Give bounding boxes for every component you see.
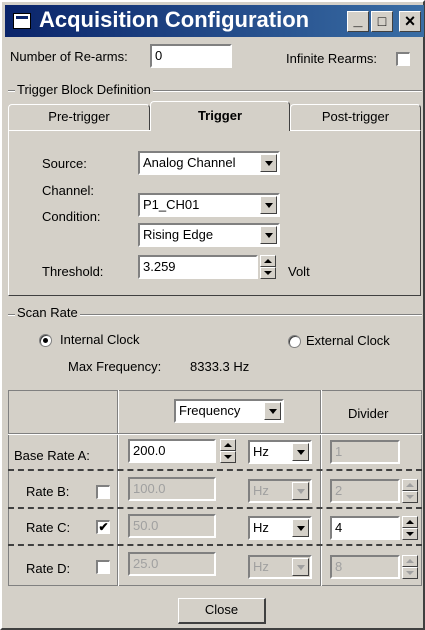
acquisition-config-window: Acquisition Configuration _ □ × Number o… — [0, 0, 425, 630]
maximize-button[interactable]: □ — [371, 11, 393, 32]
tab-trigger[interactable]: Trigger — [150, 101, 290, 131]
spin-up-icon[interactable] — [260, 255, 276, 267]
rate-b-checkbox[interactable] — [96, 485, 110, 499]
rate-a-spinner[interactable] — [220, 439, 236, 463]
max-frequency-value: 8333.3 Hz — [190, 359, 250, 374]
rate-a-divider-input: 1 — [330, 440, 400, 464]
source-label: Source: — [42, 156, 87, 171]
spin-down-icon — [402, 491, 418, 503]
threshold-unit: Volt — [288, 264, 310, 279]
threshold-spinner[interactable] — [260, 255, 276, 279]
mode-select[interactable]: Frequency — [174, 399, 284, 423]
rate-c-unit-select[interactable]: Hz — [248, 516, 312, 540]
chevron-down-icon — [292, 482, 309, 500]
rate-c-divider-spinner[interactable] — [402, 516, 418, 540]
rearms-label: Number of Re-arms: — [10, 49, 128, 64]
rate-d-label: Rate D: — [26, 561, 71, 576]
rearms-input[interactable]: 0 — [150, 44, 232, 68]
spin-up-icon — [402, 479, 418, 491]
chevron-down-icon[interactable] — [260, 196, 277, 214]
chevron-down-icon[interactable] — [292, 519, 309, 537]
rate-a-label: Base Rate A: — [14, 448, 90, 463]
spin-up-icon — [402, 555, 418, 567]
condition-label: Condition: — [42, 209, 101, 224]
row-divider — [8, 507, 422, 509]
tab-pre-trigger[interactable]: Pre-trigger — [8, 104, 150, 130]
window-title: Acquisition Configuration — [39, 7, 310, 32]
grid-divider — [117, 390, 119, 586]
spin-down-icon[interactable] — [220, 451, 236, 463]
chevron-down-icon[interactable] — [264, 402, 281, 420]
rate-a-unit-select[interactable]: Hz — [248, 440, 312, 464]
rate-c-checkbox[interactable]: ✔ — [96, 520, 110, 534]
channel-select[interactable]: P1_CH01 — [138, 193, 280, 217]
spin-up-icon[interactable] — [220, 439, 236, 451]
rate-b-unit-select: Hz — [248, 479, 312, 503]
scan-rate-group-label: Scan Rate — [15, 305, 80, 320]
rate-b-divider-spinner — [402, 479, 418, 503]
trigger-block-group-label: Trigger Block Definition — [15, 82, 153, 97]
close-button[interactable]: Close — [178, 598, 266, 624]
spin-down-icon — [402, 567, 418, 579]
condition-value: Rising Edge — [143, 227, 214, 242]
rate-a-input[interactable]: 200.0 — [128, 439, 216, 463]
minimize-button[interactable]: _ — [347, 11, 369, 32]
row-divider — [8, 469, 422, 471]
threshold-label: Threshold: — [42, 264, 104, 279]
source-value: Analog Channel — [143, 155, 236, 170]
window-icon[interactable] — [13, 13, 31, 29]
rate-d-unit-select: Hz — [248, 555, 312, 579]
rate-a-unit: Hz — [253, 444, 269, 459]
external-clock-radio[interactable] — [288, 335, 301, 348]
chevron-down-icon[interactable] — [292, 443, 309, 461]
rate-c-label: Rate C: — [26, 520, 71, 535]
rate-b-divider-input: 2 — [330, 479, 400, 503]
tab-post-trigger[interactable]: Post-trigger — [290, 104, 421, 130]
rate-d-divider-input: 8 — [330, 555, 400, 579]
spin-up-icon[interactable] — [402, 516, 418, 528]
divider-header: Divider — [348, 406, 389, 421]
grid-divider — [8, 433, 422, 435]
max-frequency-label: Max Frequency: — [68, 359, 162, 374]
source-select[interactable]: Analog Channel — [138, 151, 280, 175]
grid-divider — [320, 390, 322, 586]
chevron-down-icon[interactable] — [260, 154, 277, 172]
rate-d-divider-spinner — [402, 555, 418, 579]
title-bar[interactable]: Acquisition Configuration _ □ × — [5, 5, 424, 37]
infinite-rearms-label: Infinite Rearms: — [286, 51, 378, 66]
spin-down-icon[interactable] — [260, 267, 276, 279]
spin-down-icon[interactable] — [402, 528, 418, 540]
internal-clock-radio[interactable] — [39, 334, 52, 347]
condition-select[interactable]: Rising Edge — [138, 223, 280, 247]
chevron-down-icon[interactable] — [260, 226, 277, 244]
rate-d-unit: Hz — [253, 559, 269, 574]
internal-clock-label: Internal Clock — [60, 332, 140, 347]
channel-value: P1_CH01 — [143, 197, 200, 212]
chevron-down-icon — [292, 558, 309, 576]
rate-c-unit: Hz — [253, 520, 269, 535]
rate-d-checkbox[interactable] — [96, 560, 110, 574]
rate-c-input: 50.0 — [128, 514, 216, 538]
rate-c-divider-input[interactable]: 4 — [330, 516, 400, 540]
rate-b-label: Rate B: — [26, 484, 70, 499]
mode-select-value: Frequency — [179, 403, 241, 418]
threshold-input[interactable]: 3.259 — [138, 255, 258, 279]
close-window-button[interactable]: × — [399, 11, 421, 32]
channel-label: Channel: — [42, 183, 95, 198]
row-divider — [8, 544, 422, 546]
external-clock-label: External Clock — [306, 333, 390, 348]
rate-d-input: 25.0 — [128, 552, 216, 576]
rate-b-input: 100.0 — [128, 477, 216, 501]
infinite-rearms-checkbox[interactable] — [396, 52, 410, 66]
rate-b-unit: Hz — [253, 483, 269, 498]
